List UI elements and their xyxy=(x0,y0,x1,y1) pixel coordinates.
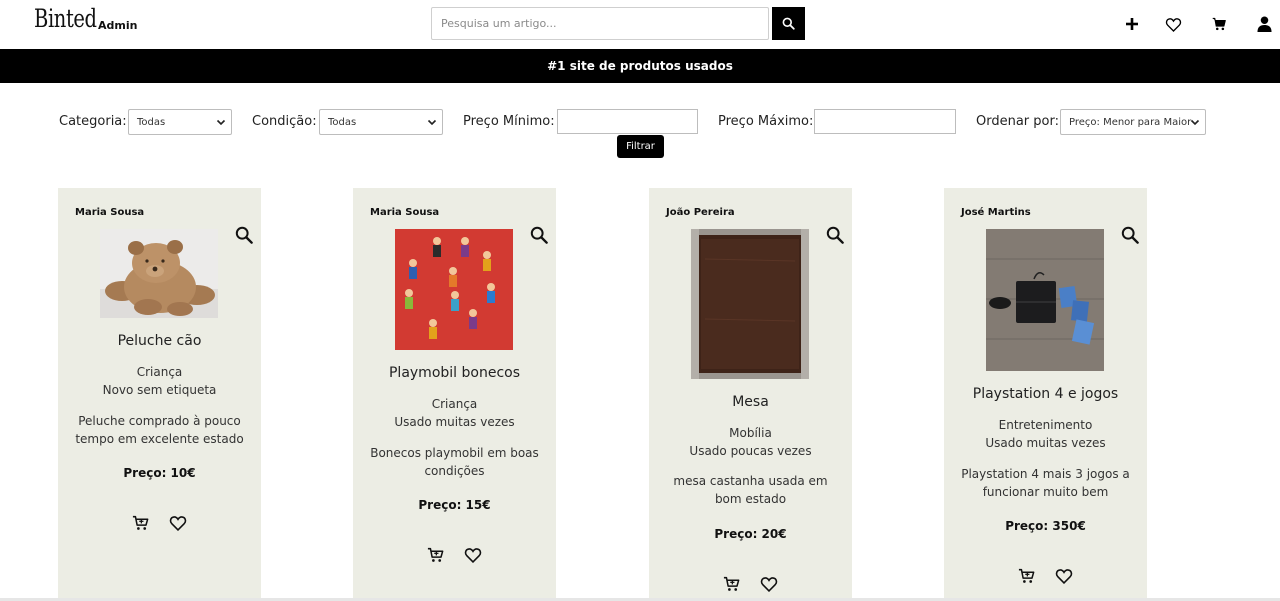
add-to-wishlist-button[interactable] xyxy=(168,513,188,533)
product-condition: Novo sem etiqueta xyxy=(102,383,217,397)
chevron-down-icon xyxy=(427,119,437,126)
add-to-wishlist-button[interactable] xyxy=(463,545,483,565)
add-to-wishlist-button[interactable] xyxy=(759,574,779,594)
promo-banner: #1 site de produtos usados xyxy=(0,49,1280,83)
product-card: Maria Sousa Peluche cão Criança Novo sem… xyxy=(58,188,261,601)
product-description: Peluche comprado à pouco tempo em excele… xyxy=(75,414,244,446)
product-title: Playmobil bonecos xyxy=(388,365,520,381)
category-select-value: Todas xyxy=(137,116,166,128)
chevron-down-icon xyxy=(216,119,226,126)
min-price-label: Preço Mínimo: xyxy=(463,114,555,129)
chevron-down-icon xyxy=(1190,119,1200,126)
zoom-icon[interactable] xyxy=(235,226,253,244)
seller-name: Maria Sousa xyxy=(370,207,440,218)
sort-select[interactable]: Preço: Menor para Maior xyxy=(1060,109,1206,135)
seller-name: João Pereira xyxy=(666,207,735,218)
max-price-input[interactable] xyxy=(814,109,956,134)
table-image xyxy=(691,229,809,379)
admin-label[interactable]: Admin xyxy=(98,19,137,32)
add-to-wishlist-button[interactable] xyxy=(1054,566,1074,586)
category-label: Categoria: xyxy=(59,114,127,129)
add-product-button[interactable] xyxy=(1121,13,1143,35)
add-to-cart-button[interactable] xyxy=(1016,566,1036,586)
plus-icon xyxy=(1126,18,1138,30)
header: Binted Admin xyxy=(0,0,1280,48)
product-image[interactable] xyxy=(691,229,809,379)
cart-button[interactable] xyxy=(1208,13,1230,35)
sort-select-value: Preço: Menor para Maior xyxy=(1069,116,1192,128)
search-icon xyxy=(782,17,795,30)
product-title: Peluche cão xyxy=(117,333,202,349)
product-price: Preço: 15€ xyxy=(418,498,491,512)
site-logo[interactable]: Binted xyxy=(34,4,97,33)
product-card: José Martins Playstation 4 e jogos Entre… xyxy=(944,188,1147,601)
product-condition: Usado poucas vezes xyxy=(689,444,812,458)
min-price-input[interactable] xyxy=(557,109,698,134)
category-select[interactable]: Todas xyxy=(128,109,232,135)
seller-name: José Martins xyxy=(961,207,1031,218)
product-condition: Usado muitas vezes xyxy=(985,436,1106,450)
add-to-cart-button[interactable] xyxy=(130,513,150,533)
product-price: Preço: 20€ xyxy=(714,527,787,541)
product-card: João Pereira Mesa Mobília Usado poucas v… xyxy=(649,188,852,601)
product-description: Playstation 4 mais 3 jogos a funcionar m… xyxy=(961,467,1130,499)
cart-icon xyxy=(723,576,739,591)
product-category: Criança xyxy=(431,397,478,411)
condition-label: Condição: xyxy=(252,114,317,129)
cart-icon xyxy=(427,547,443,562)
heart-icon xyxy=(1055,569,1073,584)
heart-icon xyxy=(464,548,482,563)
product-description: mesa castanha usada em bom estado xyxy=(673,474,828,506)
cart-icon xyxy=(1212,17,1226,31)
product-image[interactable] xyxy=(100,229,218,318)
cart-icon xyxy=(1018,568,1034,583)
search-input[interactable] xyxy=(431,7,769,40)
zoom-icon[interactable] xyxy=(530,226,548,244)
user-button[interactable] xyxy=(1253,13,1275,35)
wishlist-button[interactable] xyxy=(1162,13,1184,35)
heart-icon xyxy=(1165,17,1181,32)
product-price: Preço: 350€ xyxy=(1005,519,1086,533)
zoom-icon[interactable] xyxy=(826,226,844,244)
heart-icon xyxy=(760,577,778,592)
teddy-bear-image xyxy=(100,229,218,318)
filter-button[interactable]: Filtrar xyxy=(617,135,664,158)
product-title: Mesa xyxy=(732,394,769,410)
product-category: Mobília xyxy=(729,426,772,440)
add-to-cart-button[interactable] xyxy=(425,545,445,565)
product-image[interactable] xyxy=(986,229,1104,371)
product-price: Preço: 10€ xyxy=(123,466,196,480)
product-title: Playstation 4 e jogos xyxy=(972,386,1119,402)
seller-name: Maria Sousa xyxy=(75,207,145,218)
playstation-image xyxy=(986,229,1104,371)
playmobil-image xyxy=(395,229,513,350)
heart-icon xyxy=(169,516,187,531)
product-card: Maria Sousa Playmobil bonecos Criança Us… xyxy=(353,188,556,601)
product-condition: Usado muitas vezes xyxy=(394,415,515,429)
add-to-cart-button[interactable] xyxy=(721,574,741,594)
product-image[interactable] xyxy=(395,229,513,350)
zoom-icon[interactable] xyxy=(1121,226,1139,244)
condition-select-value: Todas xyxy=(328,116,357,128)
condition-select[interactable]: Todas xyxy=(319,109,443,135)
cart-icon xyxy=(132,515,148,530)
max-price-label: Preço Máximo: xyxy=(718,114,814,129)
product-description: Bonecos playmobil em boas condições xyxy=(370,446,539,478)
user-icon xyxy=(1256,16,1272,32)
search-button[interactable] xyxy=(772,7,805,40)
sort-label: Ordenar por: xyxy=(976,114,1059,129)
product-category: Criança xyxy=(136,365,183,379)
product-category: Entretenimento xyxy=(998,418,1093,432)
